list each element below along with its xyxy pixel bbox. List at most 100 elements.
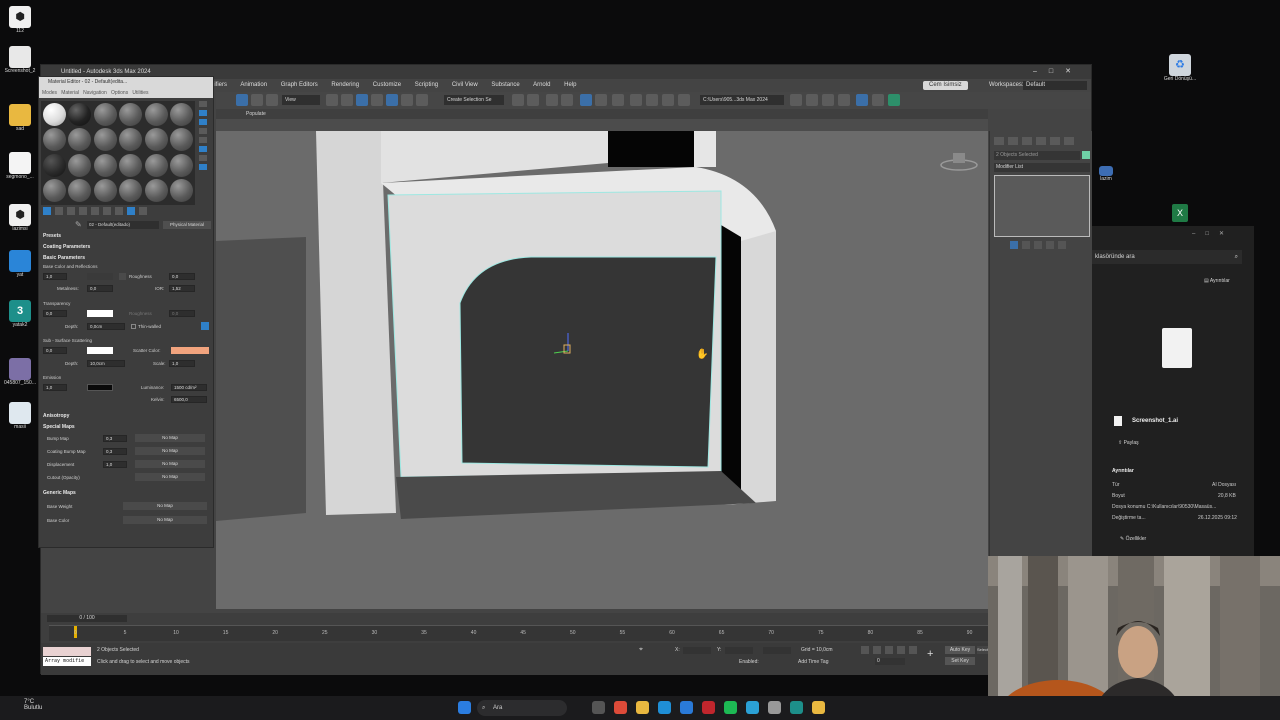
properties-button[interactable]: ✎ Özellikler [1120, 536, 1146, 542]
ribbon-populate-tab[interactable]: Populate [246, 111, 266, 117]
track-bar[interactable]: 0 5 10 15 20 25 30 35 40 45 50 55 60 65 70 75 80 85 90 [49, 625, 989, 641]
sample-sphere[interactable] [170, 154, 193, 177]
sample-sphere[interactable] [119, 103, 142, 126]
ribbon-toggle-icon[interactable] [580, 94, 592, 106]
show-in-viewport-icon[interactable] [127, 207, 135, 215]
workspace-dropdown[interactable]: Default [1023, 81, 1087, 90]
sample-sphere[interactable] [68, 179, 91, 202]
object-color-swatch[interactable] [1082, 151, 1090, 159]
desktop-icon-lazimsi[interactable]: ⬢ lazimsi [0, 204, 40, 233]
task-view-icon[interactable] [592, 701, 605, 714]
menu-customize[interactable]: Customize [373, 82, 401, 88]
edge-icon[interactable] [658, 701, 671, 714]
roughness-dropdown[interactable]: Roughness [129, 274, 152, 279]
help-icon[interactable] [872, 94, 884, 106]
menu-graph-editors[interactable]: Graph Editors [281, 82, 318, 88]
sss-color-swatch[interactable] [87, 347, 113, 354]
transparency-weight-field[interactable]: 0,0 [43, 310, 67, 317]
base-color-swatch[interactable] [87, 273, 113, 280]
recycle-bin[interactable]: ♻ Geri Dönüşü... [1160, 54, 1200, 83]
project-folder-icon[interactable] [790, 94, 802, 106]
anisotropy-rollout[interactable]: Anisotropy [43, 413, 69, 419]
eyedropper-icon[interactable]: ✎ [75, 220, 82, 229]
put-to-library-icon[interactable] [115, 207, 123, 215]
desktop-icon-screenshot[interactable]: Screenshot_2 [0, 46, 40, 75]
sss-depth-field[interactable]: 10,0cm [87, 360, 125, 367]
displacement-slot[interactable]: No Map [135, 460, 205, 468]
sss-weight-field[interactable]: 0,0 [43, 347, 67, 354]
move-icon[interactable] [341, 94, 353, 106]
schematic-view-icon[interactable] [612, 94, 624, 106]
sample-sphere[interactable] [145, 154, 168, 177]
render-setup-icon[interactable] [646, 94, 658, 106]
share-button[interactable]: ⇪ Paylaş [1118, 440, 1139, 446]
ior-field[interactable]: 1,52 [169, 285, 195, 292]
go-to-start-icon[interactable] [861, 646, 869, 654]
base-weight-field[interactable]: 1,0 [43, 273, 67, 280]
close-button[interactable]: ✕ [1065, 68, 1083, 75]
hierarchy-tab-icon[interactable] [1022, 137, 1032, 145]
viewcube[interactable] [953, 153, 965, 163]
remove-modifier-icon[interactable] [1046, 241, 1054, 249]
undo-icon[interactable] [838, 94, 850, 106]
sample-sphere[interactable] [94, 128, 117, 151]
named-selection-set[interactable]: Create Selection Se [444, 95, 504, 105]
put-to-scene-icon[interactable] [55, 207, 63, 215]
coating-rollout[interactable]: Coating Parameters [43, 244, 90, 250]
bump-map-amount[interactable]: 0,3 [103, 435, 127, 442]
sample-type-icon[interactable] [199, 101, 207, 107]
backlight-icon[interactable] [199, 110, 207, 116]
menu-material[interactable]: Material [61, 90, 79, 96]
desktop-icon-image[interactable]: 045807_150... [0, 358, 40, 387]
file-explorer-icon[interactable] [636, 701, 649, 714]
menu-modes[interactable]: Modes [42, 90, 57, 96]
sample-sphere[interactable] [94, 179, 117, 202]
auto-key-button[interactable]: Auto Key [945, 646, 975, 654]
displacement-label[interactable]: Displacement [47, 462, 74, 467]
selection-name-field[interactable]: 2 Objects Selected [994, 151, 1080, 160]
set-key-icon[interactable]: + [927, 648, 939, 660]
background-icon[interactable] [199, 119, 207, 125]
layer-explorer-icon[interactable] [561, 94, 573, 106]
set-key-button[interactable]: Set Key [945, 657, 975, 665]
material-name-field[interactable]: 02 - Default(editado) [87, 221, 159, 229]
x-coord-field[interactable] [683, 647, 711, 654]
scale-field[interactable]: 1,0 [169, 360, 195, 367]
display-tab-icon[interactable] [1050, 137, 1060, 145]
percent-snap-icon[interactable] [401, 94, 413, 106]
maximize-button[interactable]: □ [1049, 68, 1065, 75]
sample-sphere[interactable] [43, 128, 66, 151]
make-unique-icon[interactable] [103, 207, 111, 215]
excel-icon[interactable]: X [1172, 204, 1188, 222]
get-material-icon[interactable] [43, 207, 51, 215]
scale-icon[interactable] [266, 94, 278, 106]
menu-substance[interactable]: Substance [491, 82, 519, 88]
emission-weight-field[interactable]: 1,0 [43, 384, 67, 391]
presets-rollout[interactable]: Presets [43, 233, 61, 239]
play-icon[interactable] [885, 646, 893, 654]
open-icon[interactable] [806, 94, 818, 106]
thin-walled-checkbox[interactable] [131, 324, 136, 329]
special-maps-rollout[interactable]: Special Maps [43, 424, 75, 430]
reference-coord-dropdown[interactable]: View [282, 95, 320, 105]
generic-maps-rollout[interactable]: Generic Maps [43, 490, 76, 496]
base-color-map-slot[interactable]: No Map [123, 516, 207, 524]
desktop-icon-masii[interactable]: masii [0, 402, 40, 431]
bump-map-label[interactable]: Bump Map [47, 436, 69, 441]
y-coord-field[interactable] [725, 647, 753, 654]
displacement-amount[interactable]: 1,0 [103, 461, 127, 468]
menu-help[interactable]: Help [564, 82, 576, 88]
depth-field[interactable]: 0,0cm [87, 323, 125, 330]
scene-explorer-icon[interactable] [546, 94, 558, 106]
bump-map-slot[interactable]: No Map [135, 434, 205, 442]
explorer-window-controls[interactable]: –□✕ [1192, 230, 1234, 237]
desktop-icon-sad[interactable]: sad [0, 104, 40, 133]
select-by-material-icon[interactable] [199, 164, 207, 170]
pivot-icon[interactable] [326, 94, 338, 106]
window-controls[interactable]: –□✕ [1033, 65, 1083, 79]
material-editor-icon[interactable] [630, 94, 642, 106]
isolate-icon[interactable]: ⌖ [639, 646, 649, 655]
previous-frame-icon[interactable] [873, 646, 881, 654]
keyboard-shortcut-icon[interactable] [356, 94, 368, 106]
user-account-dropdown[interactable]: Cem Isimsiz [923, 81, 968, 90]
